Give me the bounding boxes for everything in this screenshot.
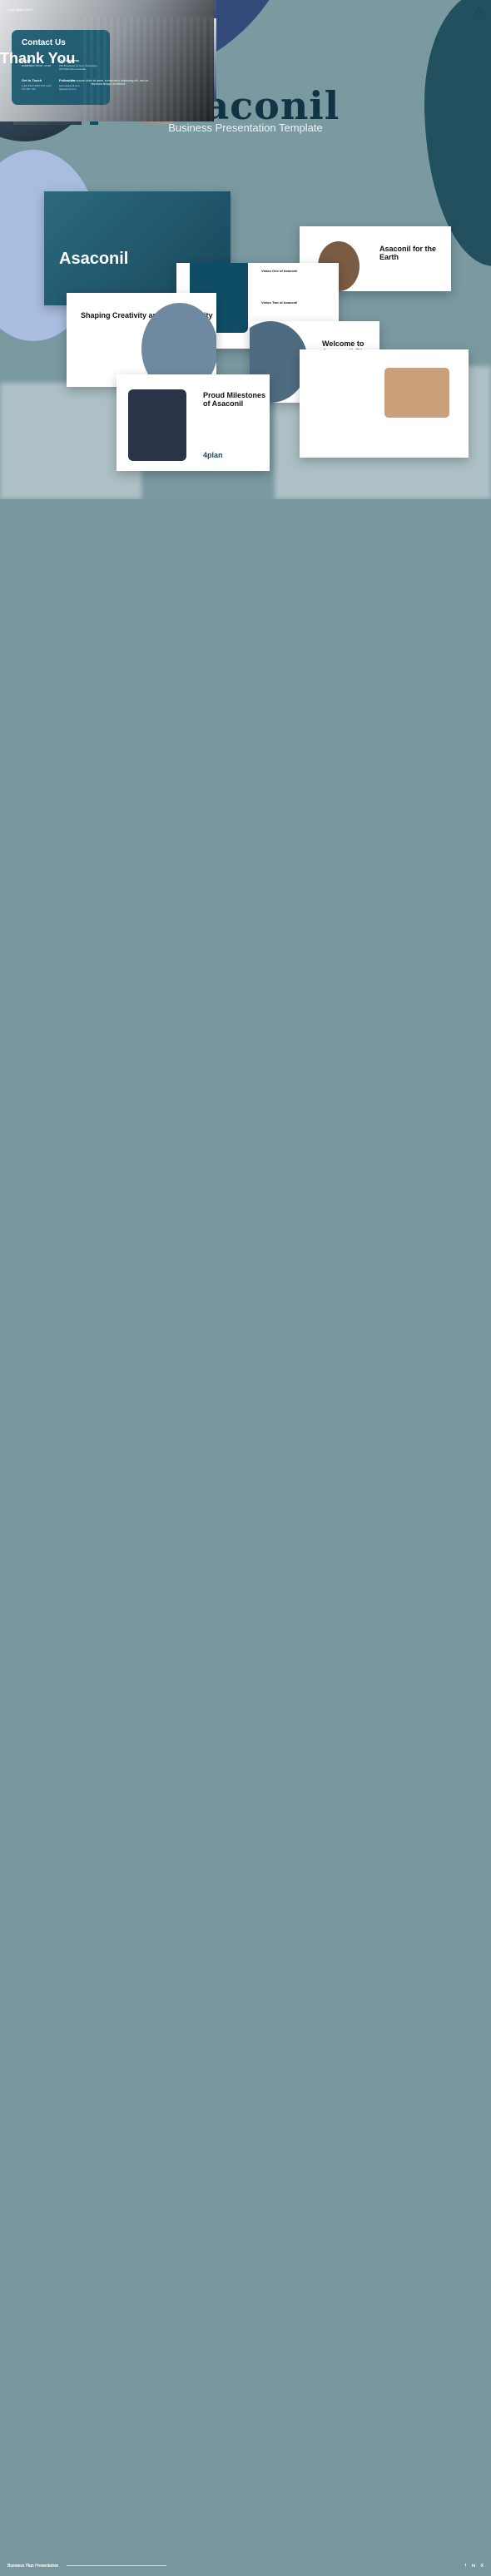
preview-building bbox=[300, 349, 469, 458]
linkedin-icon[interactable]: in bbox=[472, 2564, 475, 2569]
tagline: Lorem ipsum dolor sit amet, consectetur … bbox=[67, 79, 149, 86]
footer-text: Business Plan Presentation bbox=[7, 2564, 59, 2569]
preview-shaping: Shaping Creativity and Sustainability bbox=[67, 293, 216, 387]
label: Get In Touch bbox=[22, 78, 42, 82]
logo-icon bbox=[475, 7, 484, 14]
preview-milestones: Proud Milestones of Asaconil 4plan bbox=[117, 374, 270, 471]
photo bbox=[83, 17, 216, 121]
divider bbox=[67, 2565, 166, 2566]
copyright: Copy Right 2023 bbox=[7, 7, 32, 12]
x-icon[interactable]: X bbox=[481, 2564, 484, 2569]
facebook-icon[interactable]: f bbox=[465, 2564, 466, 2569]
phone: (+62) 8123 4567 870 (+62) 704 467 123 bbox=[22, 84, 52, 91]
slide-title: Thank You bbox=[0, 50, 76, 67]
